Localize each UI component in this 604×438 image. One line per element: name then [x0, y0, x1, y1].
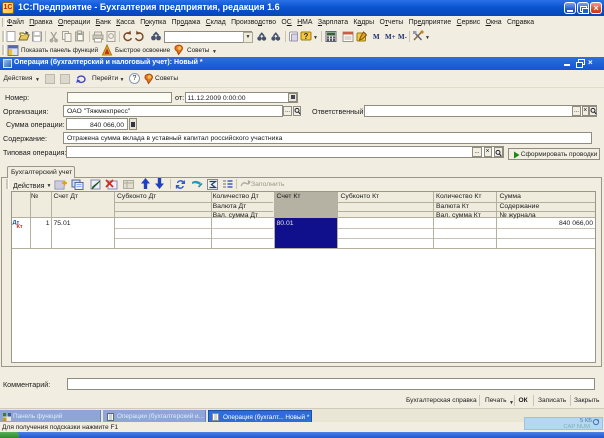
- svg-text:?: ?: [304, 32, 309, 41]
